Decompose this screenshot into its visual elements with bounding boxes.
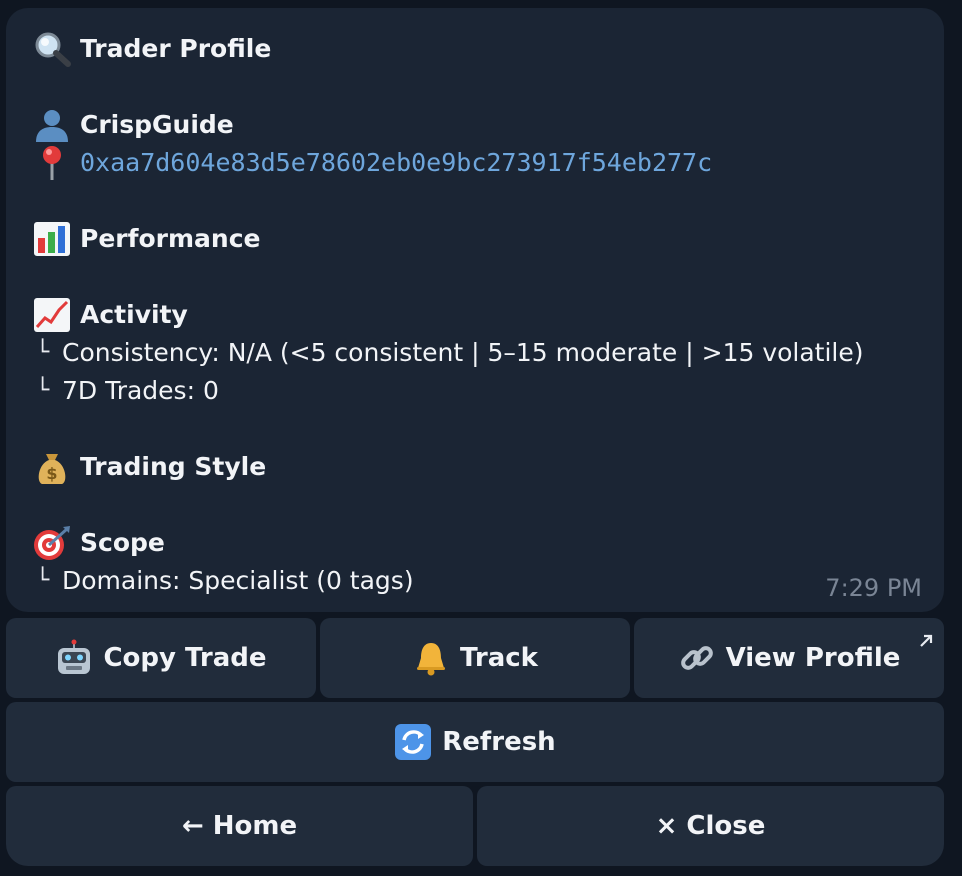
copy-trade-button[interactable]: Copy Trade	[6, 618, 316, 698]
button-row-3: ← Home × Close	[6, 786, 944, 866]
refresh-label: Refresh	[442, 727, 556, 757]
refresh-button[interactable]: Refresh	[6, 702, 944, 782]
wallet-address-link[interactable]: 0xaa7d604e83d5e78602eb0e9bc273917f54eb27…	[80, 144, 712, 182]
username: CrispGuide	[80, 110, 234, 139]
view-profile-label: View Profile	[725, 643, 901, 673]
chat-container: Trader Profile CrispGuide 0xaa7d604e83d5…	[0, 0, 962, 876]
activity-heading: Activity	[80, 300, 188, 329]
bust-silhouette-icon	[32, 106, 72, 144]
link-icon	[678, 639, 716, 677]
external-arrow-icon	[918, 626, 934, 647]
bar-chart-icon	[32, 220, 72, 258]
round-pushpin-icon	[32, 144, 72, 182]
money-bag-icon: $	[32, 448, 72, 486]
close-button[interactable]: × Close	[477, 786, 944, 866]
activity-line: Activity	[32, 296, 920, 334]
scope-heading: Scope	[80, 528, 165, 557]
refresh-arrows-icon	[394, 723, 432, 761]
magnifier-icon	[32, 30, 72, 68]
username-line: CrispGuide	[32, 106, 920, 144]
close-label: × Close	[655, 811, 766, 841]
scope-line: Scope	[32, 524, 920, 562]
bell-icon	[412, 639, 450, 677]
home-label: ← Home	[181, 811, 298, 841]
track-button[interactable]: Track	[320, 618, 630, 698]
copy-trade-label: Copy Trade	[103, 643, 267, 673]
domains-text: Domains: Specialist (0 tags)	[62, 566, 414, 595]
view-profile-button[interactable]: View Profile	[634, 618, 944, 698]
performance-heading: Performance	[80, 224, 261, 253]
title-line: Trader Profile	[32, 30, 920, 68]
home-button[interactable]: ← Home	[6, 786, 473, 866]
trading-style-heading: Trading Style	[80, 452, 267, 481]
button-row-2: Refresh	[6, 702, 944, 782]
message-bubble: Trader Profile CrispGuide 0xaa7d604e83d5…	[6, 8, 944, 612]
robot-icon	[55, 639, 93, 677]
trades-text: 7D Trades: 0	[62, 376, 219, 405]
direct-hit-icon	[32, 524, 72, 562]
tree-branch: └	[36, 378, 50, 403]
address-line: 0xaa7d604e83d5e78602eb0e9bc273917f54eb27…	[32, 144, 920, 182]
track-label: Track	[460, 643, 538, 673]
activity-consistency-line: └ Consistency: N/A (<5 consistent | 5–15…	[32, 334, 920, 372]
consistency-text: Consistency: N/A (<5 consistent | 5–15 m…	[62, 338, 864, 367]
scope-domains-line: └ Domains: Specialist (0 tags)	[32, 562, 920, 600]
message-timestamp: 7:29 PM	[825, 574, 922, 602]
svg-text:$: $	[46, 464, 57, 483]
tree-branch: └	[36, 568, 50, 593]
activity-trades-line: └ 7D Trades: 0	[32, 372, 920, 410]
message-title: Trader Profile	[80, 34, 272, 63]
button-row-1: Copy Trade Track View Profile	[6, 618, 944, 698]
performance-line: Performance	[32, 220, 920, 258]
tree-branch: └	[36, 340, 50, 365]
trading-style-line: $ Trading Style	[32, 448, 920, 486]
chart-increasing-icon	[32, 296, 72, 334]
